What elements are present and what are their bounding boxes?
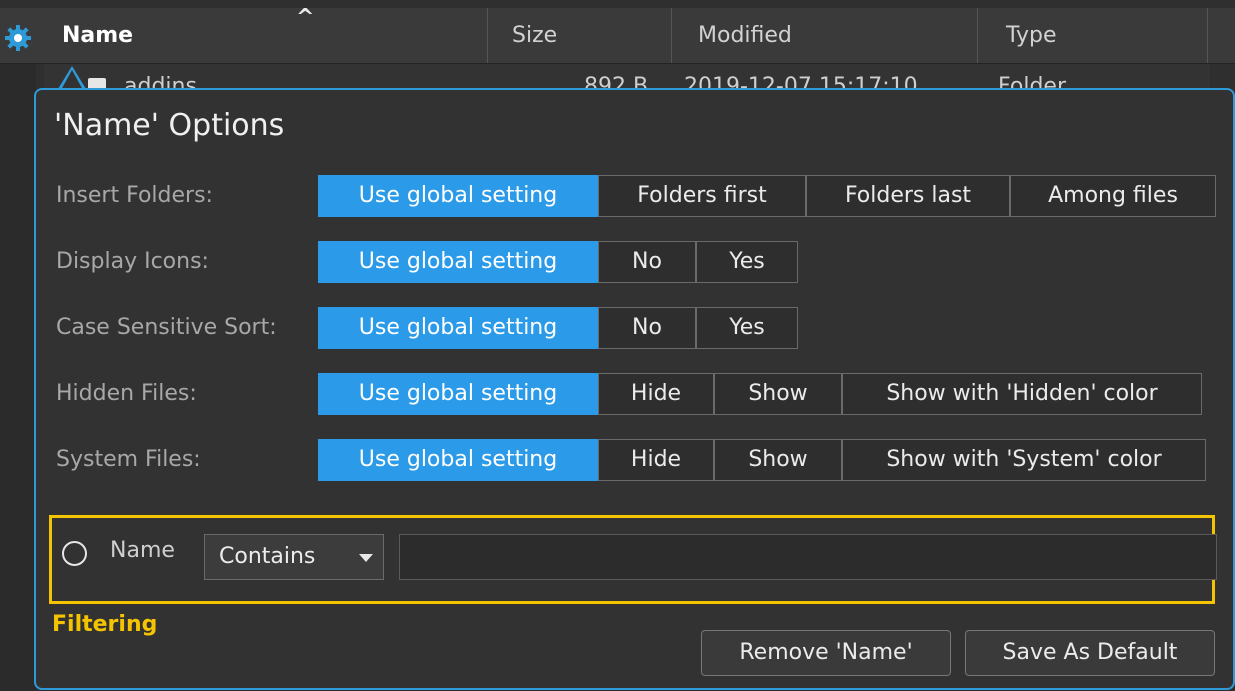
filter-enable-radio[interactable] <box>62 541 87 566</box>
filter-text-input[interactable] <box>399 534 1217 580</box>
system-files-label: System Files: <box>56 447 201 472</box>
insert-folders-label: Insert Folders: <box>56 183 213 208</box>
column-header-size[interactable]: Size <box>488 8 672 63</box>
system-files-hide-button[interactable]: Hide <box>598 439 714 481</box>
filter-mode-value: Contains <box>219 544 316 569</box>
save-as-default-button[interactable]: Save As Default <box>965 630 1215 676</box>
popup-title: 'Name' Options <box>54 108 285 143</box>
hidden-files-hide-button[interactable]: Hide <box>598 373 714 415</box>
gear-icon[interactable] <box>4 24 32 52</box>
insert-folders-global-button[interactable]: Use global setting <box>318 175 598 217</box>
filter-mode-dropdown[interactable]: Contains <box>204 534 384 580</box>
filter-name-label: Name <box>110 538 175 563</box>
hidden-files-label: Hidden Files: <box>56 381 197 406</box>
display-icons-global-button[interactable]: Use global setting <box>318 241 598 283</box>
display-icons-label: Display Icons: <box>56 249 209 274</box>
remove-column-button[interactable]: Remove 'Name' <box>701 630 951 676</box>
popup-pointer-fill <box>61 70 83 90</box>
case-sort-global-button[interactable]: Use global setting <box>318 307 598 349</box>
filtering-annotation: Filtering <box>52 612 158 637</box>
hidden-files-global-button[interactable]: Use global setting <box>318 373 598 415</box>
file-list-panel: Name ^ Size Modified Type addins 892 B 2… <box>0 0 1235 691</box>
column-options-popup: 'Name' Options Insert Folders: Use globa… <box>34 88 1235 690</box>
case-sort-yes-button[interactable]: Yes <box>696 307 798 349</box>
left-gutter <box>0 64 36 691</box>
display-icons-yes-button[interactable]: Yes <box>696 241 798 283</box>
column-header-type[interactable]: Type <box>978 8 1208 63</box>
chevron-down-icon <box>359 554 373 562</box>
column-header-modified[interactable]: Modified <box>672 8 978 63</box>
case-sensitive-sort-label: Case Sensitive Sort: <box>56 315 277 340</box>
insert-among-files-button[interactable]: Among files <box>1010 175 1216 217</box>
column-header-name[interactable]: Name ^ <box>44 5 488 63</box>
insert-folders-last-button[interactable]: Folders last <box>806 175 1010 217</box>
sort-ascending-icon: ^ <box>296 5 315 30</box>
column-header-name-label: Name <box>62 23 134 48</box>
display-icons-no-button[interactable]: No <box>598 241 696 283</box>
hidden-files-show-color-button[interactable]: Show with 'Hidden' color <box>842 373 1202 415</box>
insert-folders-first-button[interactable]: Folders first <box>598 175 806 217</box>
system-files-show-color-button[interactable]: Show with 'System' color <box>842 439 1206 481</box>
case-sort-no-button[interactable]: No <box>598 307 696 349</box>
system-files-global-button[interactable]: Use global setting <box>318 439 598 481</box>
column-header-bar: Name ^ Size Modified Type <box>0 5 1235 64</box>
hidden-files-show-button[interactable]: Show <box>714 373 842 415</box>
system-files-show-button[interactable]: Show <box>714 439 842 481</box>
